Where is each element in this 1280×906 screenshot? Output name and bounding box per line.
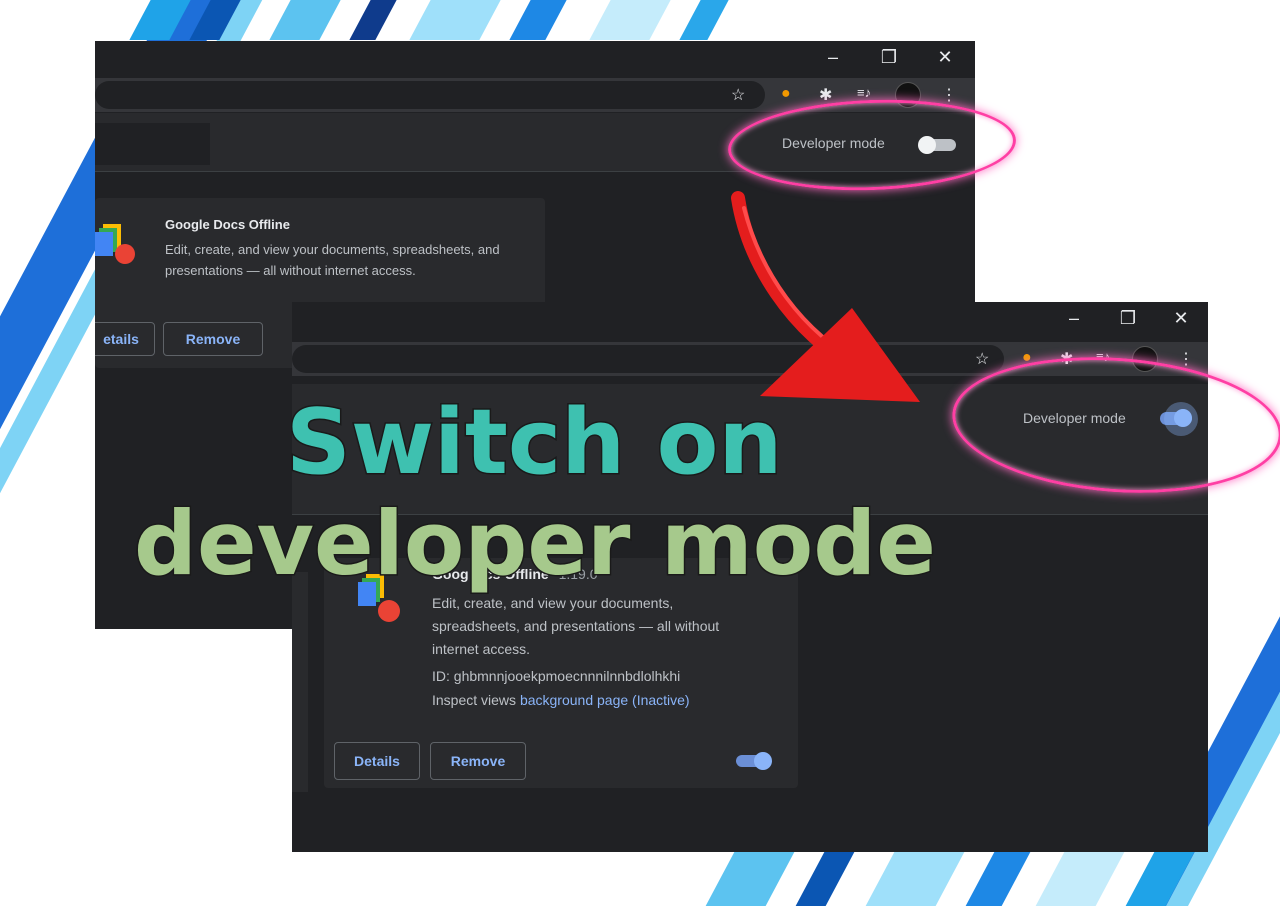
address-bar[interactable] xyxy=(292,345,1004,373)
background-page-link[interactable]: background page (Inactive) xyxy=(520,692,690,708)
extension-description: Edit, create, and view your documents, s… xyxy=(165,242,500,278)
inspect-views: Inspect views background page (Inactive) xyxy=(432,692,690,708)
restore-button[interactable]: ❐ xyxy=(1116,308,1140,329)
search-box[interactable] xyxy=(95,123,210,165)
headline-line-2: developer mode xyxy=(133,491,938,597)
extension-id: ID: ghbmnnjooekpmoecnnnilnnbdlolhkhi xyxy=(432,668,681,684)
close-button[interactable]: ✕ xyxy=(933,47,957,68)
close-button[interactable]: ✕ xyxy=(1169,308,1193,329)
menu-icon[interactable]: ⋮ xyxy=(941,85,957,105)
star-icon[interactable]: ☆ xyxy=(975,349,989,369)
google-docs-icon xyxy=(95,224,139,268)
headline-line-1: Switch on xyxy=(285,389,784,497)
puzzle-icon[interactable]: ✱ xyxy=(819,85,832,105)
star-icon[interactable]: ☆ xyxy=(731,85,745,105)
remove-button[interactable]: Remove xyxy=(430,742,526,780)
left-panel xyxy=(292,572,308,792)
restore-button[interactable]: ❐ xyxy=(877,47,901,68)
remove-button[interactable]: Remove xyxy=(163,322,263,356)
title-bar: – ❐ ✕ xyxy=(292,302,1208,338)
media-icon[interactable]: ≡♪ xyxy=(857,85,871,100)
extension-enable-toggle[interactable] xyxy=(736,752,776,770)
extension-description: Edit, create, and view your documents, s… xyxy=(432,595,720,657)
extension-name: Google Docs Offline xyxy=(165,217,290,232)
minimize-button[interactable]: – xyxy=(1062,308,1086,329)
extension-icon[interactable]: ● xyxy=(781,85,791,103)
details-button[interactable]: etails xyxy=(95,322,155,356)
address-bar[interactable] xyxy=(95,81,765,109)
minimize-button[interactable]: – xyxy=(821,47,845,68)
details-button[interactable]: Details xyxy=(334,742,420,780)
title-bar: – ❐ ✕ xyxy=(95,41,975,77)
